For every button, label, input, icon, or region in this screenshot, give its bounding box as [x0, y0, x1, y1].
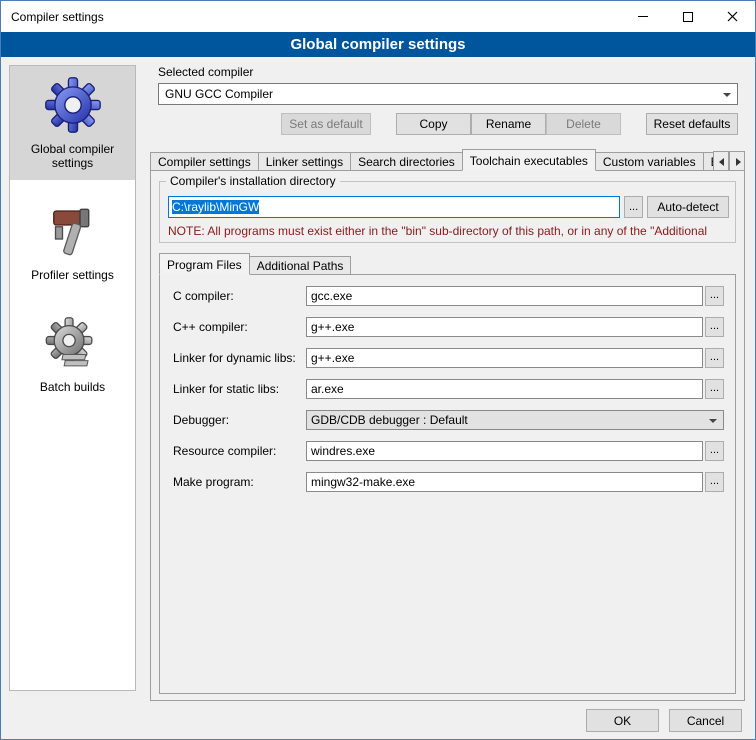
tab-custom-variables[interactable]: Custom variables [595, 152, 704, 171]
program-files-tabs: Program FilesAdditional Paths [159, 253, 350, 275]
field-label: Linker for dynamic libs: [173, 351, 296, 365]
selected-compiler-label: Selected compiler [158, 65, 253, 79]
c-compiler-input[interactable]: gcc.exe [306, 286, 703, 306]
sidebar-item-label: Global compiler settings [13, 142, 132, 170]
tab-additional-paths[interactable]: Additional Paths [249, 256, 352, 275]
main-content: Selected compiler GNU GCC Compiler Set a… [146, 61, 749, 707]
settings-sidebar: Global compiler settings Profiler settin… [9, 65, 136, 691]
title-bar: Compiler settings [1, 1, 755, 32]
reset-defaults-button[interactable]: Reset defaults [646, 113, 738, 135]
debugger-combobox[interactable]: GDB/CDB debugger : Default [306, 410, 724, 430]
auto-detect-button[interactable]: Auto-detect [647, 196, 729, 218]
window-title: Compiler settings [1, 10, 104, 24]
note-text: NOTE: All programs must exist either in … [168, 224, 730, 238]
sidebar-item-batch-builds[interactable]: Batch builds [10, 306, 135, 404]
installation-directory-input[interactable]: C:\raylib\MinGW [168, 196, 620, 218]
tab-scroll-buttons [713, 151, 745, 171]
browse-button[interactable]: ... [705, 317, 724, 337]
browse-button[interactable]: ... [705, 286, 724, 306]
tab-linker-settings[interactable]: Linker settings [258, 152, 351, 171]
form-row-linker-dynamic: Linker for dynamic libs: g++.exe ... [160, 348, 735, 370]
installation-directory-groupbox: Compiler's installation directory C:\ray… [159, 181, 736, 243]
form-row-linker-static: Linker for static libs: ar.exe ... [160, 379, 735, 401]
field-label: C compiler: [173, 289, 234, 303]
selected-compiler-combobox[interactable]: GNU GCC Compiler [158, 83, 738, 105]
sidebar-item-label: Batch builds [13, 380, 132, 394]
field-value: gcc.exe [311, 289, 352, 303]
maximize-icon [683, 12, 693, 22]
caption-buttons [620, 1, 755, 32]
arrow-left-icon [719, 158, 724, 166]
field-value: windres.exe [311, 444, 375, 458]
compiler-settings-dialog: Compiler settings Global compiler settin… [0, 0, 756, 740]
browse-button[interactable]: ... [705, 441, 724, 461]
settings-tabs: Compiler settingsLinker settingsSearch d… [150, 149, 745, 171]
sidebar-item-profiler-settings[interactable]: Profiler settings [10, 194, 135, 292]
browse-button[interactable]: ... [705, 472, 724, 492]
tab-search-directories[interactable]: Search directories [350, 152, 463, 171]
close-icon [727, 11, 738, 22]
form-row-resource-compiler: Resource compiler: windres.exe ... [160, 441, 735, 463]
delete-button[interactable]: Delete [546, 113, 621, 135]
toolchain-executables-panel: Compiler's installation directory C:\ray… [150, 170, 745, 701]
field-value: mingw32-make.exe [311, 475, 415, 489]
tab-scroll-right-button[interactable] [729, 151, 745, 171]
browse-button[interactable]: ... [705, 348, 724, 368]
page-title: Global compiler settings [1, 32, 755, 57]
field-label: Resource compiler: [173, 444, 276, 458]
set-as-default-button[interactable]: Set as default [281, 113, 371, 135]
field-value: g++.exe [311, 320, 354, 334]
gear-gray-icon [45, 316, 101, 372]
close-button[interactable] [710, 1, 755, 32]
resource-compiler-input[interactable]: windres.exe [306, 441, 703, 461]
installation-directory-label: Compiler's installation directory [166, 174, 340, 188]
copy-button[interactable]: Copy [396, 113, 471, 135]
chevron-down-icon [709, 419, 717, 423]
field-value: ar.exe [311, 382, 344, 396]
minimize-button[interactable] [620, 1, 665, 32]
form-row-debugger: Debugger: GDB/CDB debugger : Default [160, 410, 735, 432]
field-label: C++ compiler: [173, 320, 248, 334]
program-files-panel: C compiler: gcc.exe ... C++ compiler: g+… [159, 274, 736, 694]
form-row-cpp-compiler: C++ compiler: g++.exe ... [160, 317, 735, 339]
sidebar-item-global-compiler-settings[interactable]: Global compiler settings [10, 66, 135, 180]
field-label: Make program: [173, 475, 254, 489]
field-label: Debugger: [173, 413, 229, 427]
ok-button[interactable]: OK [586, 709, 659, 732]
rename-button[interactable]: Rename [471, 113, 546, 135]
form-row-c-compiler: C compiler: gcc.exe ... [160, 286, 735, 308]
field-value: GDB/CDB debugger : Default [311, 413, 468, 427]
form-row-make-program: Make program: mingw32-make.exe ... [160, 472, 735, 494]
installation-directory-value: C:\raylib\MinGW [172, 200, 259, 214]
browse-button[interactable]: ... [705, 379, 724, 399]
maximize-button[interactable] [665, 1, 710, 32]
field-label: Linker for static libs: [173, 382, 279, 396]
browse-directory-button[interactable]: ... [624, 196, 643, 218]
cancel-button[interactable]: Cancel [669, 709, 742, 732]
sidebar-item-label: Profiler settings [13, 268, 132, 282]
make-program-input[interactable]: mingw32-make.exe [306, 472, 703, 492]
gear-blue-icon [44, 76, 102, 134]
field-value: g++.exe [311, 351, 354, 365]
tab-program-files[interactable]: Program Files [159, 253, 250, 275]
tab-compiler-settings[interactable]: Compiler settings [150, 152, 259, 171]
cpp-compiler-input[interactable]: g++.exe [306, 317, 703, 337]
linker-static-input[interactable]: ar.exe [306, 379, 703, 399]
arrow-right-icon [736, 158, 741, 166]
minimize-icon [638, 16, 648, 17]
tab-toolchain-executables[interactable]: Toolchain executables [462, 149, 596, 171]
selected-compiler-value: GNU GCC Compiler [165, 87, 273, 101]
linker-dynamic-input[interactable]: g++.exe [306, 348, 703, 368]
profiler-tool-icon [45, 204, 101, 260]
tab-scroll-left-button[interactable] [713, 151, 729, 171]
chevron-down-icon [723, 93, 731, 97]
